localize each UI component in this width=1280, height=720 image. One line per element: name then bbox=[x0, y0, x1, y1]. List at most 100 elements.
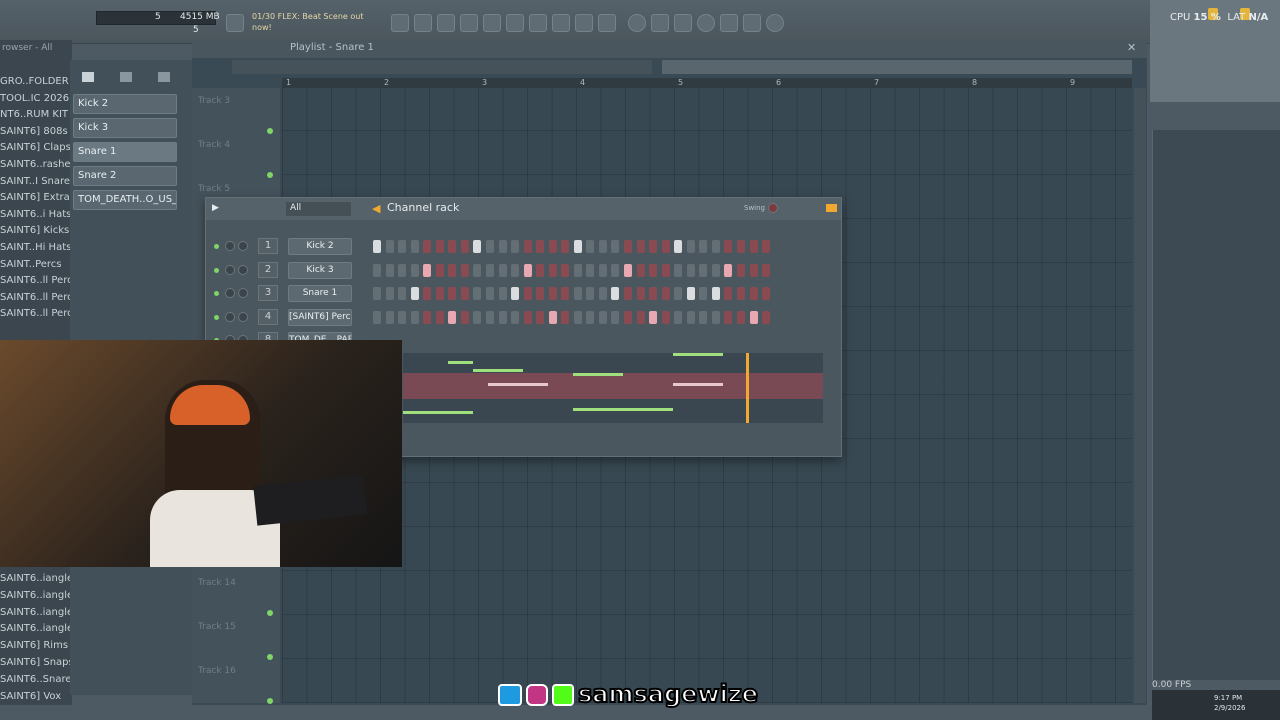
browser-item[interactable]: SAINT6..ll Perc 3 bbox=[0, 308, 72, 324]
step-button[interactable] bbox=[624, 263, 632, 277]
step-button[interactable] bbox=[473, 310, 482, 324]
step-button[interactable] bbox=[598, 263, 607, 277]
track-mute-led[interactable] bbox=[267, 654, 273, 660]
volume-knob[interactable] bbox=[238, 311, 248, 322]
step-button[interactable] bbox=[711, 287, 720, 300]
channel-name-button[interactable]: Kick 3 bbox=[288, 261, 352, 279]
plugin-picker-icon[interactable] bbox=[506, 14, 524, 32]
step-button[interactable] bbox=[460, 240, 469, 253]
timeline-ruler[interactable]: 1 2 3 4 5 6 7 8 9 bbox=[282, 78, 1132, 88]
step-button[interactable] bbox=[448, 240, 457, 253]
step-button[interactable] bbox=[435, 287, 444, 300]
step-button[interactable] bbox=[674, 310, 683, 324]
pencil-icon[interactable] bbox=[575, 14, 593, 32]
step-button[interactable] bbox=[423, 263, 432, 277]
group-filter[interactable]: All bbox=[286, 202, 351, 216]
step-button[interactable] bbox=[410, 263, 419, 277]
step-button[interactable] bbox=[762, 240, 771, 253]
audio-icon[interactable] bbox=[158, 72, 170, 82]
step-button[interactable] bbox=[498, 310, 507, 324]
channel-number[interactable]: 4 bbox=[258, 308, 278, 325]
cut-icon[interactable] bbox=[651, 14, 669, 32]
step-button[interactable] bbox=[373, 310, 381, 324]
plugin-icon[interactable] bbox=[529, 14, 547, 32]
step-button[interactable] bbox=[736, 240, 745, 253]
step-button[interactable] bbox=[485, 310, 494, 324]
step-button[interactable] bbox=[548, 263, 557, 277]
volume-knob[interactable] bbox=[238, 264, 248, 275]
save-icon[interactable] bbox=[720, 14, 738, 32]
piano-icon[interactable] bbox=[82, 72, 94, 82]
track-mute-led[interactable] bbox=[267, 610, 273, 616]
channel-led[interactable] bbox=[214, 244, 219, 249]
track-label[interactable]: Track 15 bbox=[198, 622, 236, 632]
step-button[interactable] bbox=[573, 240, 582, 253]
volume-knob[interactable] bbox=[238, 288, 248, 298]
step-button[interactable] bbox=[724, 310, 733, 324]
step-button[interactable] bbox=[511, 287, 520, 300]
step-button[interactable] bbox=[410, 310, 419, 324]
step-button[interactable] bbox=[548, 240, 557, 253]
template-icon[interactable] bbox=[598, 14, 616, 32]
step-button[interactable] bbox=[448, 310, 457, 324]
step-button[interactable] bbox=[711, 263, 720, 277]
channel-number[interactable]: 3 bbox=[258, 285, 278, 301]
browser-item[interactable]: TOOL.IC 2026 bbox=[0, 93, 72, 109]
close-icon[interactable]: ✕ bbox=[1127, 41, 1136, 54]
browser-item[interactable]: SAINT6..iangle 2 bbox=[0, 573, 72, 589]
step-button[interactable] bbox=[674, 287, 683, 300]
picker-item[interactable]: Snare 2 bbox=[73, 166, 177, 186]
browser-item[interactable]: SAINT6] Snaps bbox=[0, 657, 72, 673]
track-label[interactable]: Track 5 bbox=[198, 184, 230, 194]
step-button[interactable] bbox=[385, 310, 394, 324]
browser-item[interactable]: SAINT..Hi Hats bbox=[0, 242, 72, 258]
step-button[interactable] bbox=[598, 240, 607, 253]
refresh-icon[interactable] bbox=[628, 14, 646, 32]
step-button[interactable] bbox=[749, 240, 758, 253]
step-button[interactable] bbox=[485, 263, 494, 277]
step-button[interactable] bbox=[724, 287, 733, 300]
channel-name-button[interactable]: Kick 2 bbox=[288, 238, 352, 255]
step-button[interactable] bbox=[649, 310, 658, 324]
step-button[interactable] bbox=[699, 310, 708, 324]
export-icon[interactable] bbox=[743, 14, 761, 32]
browser-item[interactable]: SAINT6..iangle 4 bbox=[0, 607, 72, 623]
step-button[interactable] bbox=[536, 310, 545, 324]
browser-item[interactable]: SAINT6] Rims bbox=[0, 640, 72, 656]
step-button[interactable] bbox=[398, 287, 407, 300]
step-button[interactable] bbox=[586, 263, 595, 277]
track-label[interactable]: Track 3 bbox=[198, 96, 230, 106]
step-button[interactable] bbox=[762, 310, 771, 324]
step-button[interactable] bbox=[561, 240, 570, 253]
piano-roll-icon[interactable] bbox=[414, 14, 432, 32]
step-button[interactable] bbox=[661, 263, 670, 277]
browser-item[interactable]: SAINT6] Claps bbox=[0, 142, 72, 158]
step-button[interactable] bbox=[460, 287, 469, 300]
step-button[interactable] bbox=[435, 310, 444, 324]
channel-number[interactable]: 1 bbox=[258, 238, 278, 254]
step-button[interactable] bbox=[398, 263, 407, 277]
step-button[interactable] bbox=[749, 263, 758, 277]
channel-name-button[interactable]: Snare 1 bbox=[288, 285, 352, 302]
step-button[interactable] bbox=[649, 263, 658, 277]
browser-item[interactable]: SAINT6..i Hats bbox=[0, 209, 72, 225]
picker-item[interactable]: Kick 3 bbox=[73, 118, 177, 138]
step-button[interactable] bbox=[686, 263, 695, 277]
step-button[interactable] bbox=[711, 310, 720, 324]
browser-item[interactable]: SAINT6] 808s bbox=[0, 126, 72, 142]
step-button[interactable] bbox=[511, 263, 520, 277]
step-button[interactable] bbox=[598, 287, 607, 300]
step-button[interactable] bbox=[749, 310, 758, 324]
step-button[interactable] bbox=[473, 287, 482, 300]
help-icon[interactable] bbox=[697, 14, 715, 32]
step-button[interactable] bbox=[674, 240, 683, 253]
step-button[interactable] bbox=[423, 240, 432, 253]
step-button[interactable] bbox=[699, 287, 708, 300]
step-button[interactable] bbox=[699, 240, 708, 253]
step-button[interactable] bbox=[561, 287, 570, 300]
step-button[interactable] bbox=[385, 240, 394, 253]
horizontal-scrollbar[interactable] bbox=[662, 60, 1132, 74]
browser-item[interactable]: SAINT6..ll Perc 2 bbox=[0, 292, 72, 308]
step-button[interactable] bbox=[423, 287, 432, 300]
step-button[interactable] bbox=[598, 310, 607, 324]
